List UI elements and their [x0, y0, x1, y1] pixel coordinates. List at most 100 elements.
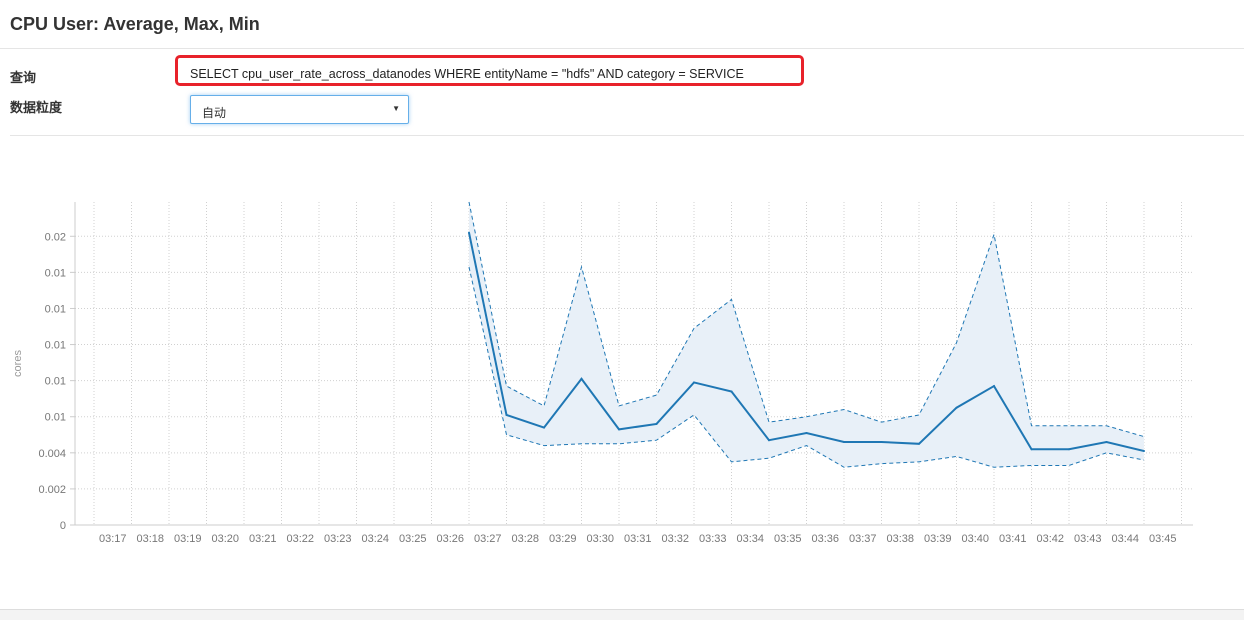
data-point: [655, 422, 658, 425]
data-point: [693, 327, 695, 329]
granularity-select-value: 自动: [202, 106, 227, 120]
data-point: [618, 428, 620, 431]
x-tick-label: 03:40: [961, 533, 989, 545]
data-point: [918, 442, 920, 445]
x-tick-label: 03:27: [474, 533, 502, 545]
y-tick-label: 0.01: [45, 303, 66, 315]
x-tick-label: 03:17: [99, 533, 127, 545]
x-tick-label: 03:41: [999, 533, 1027, 545]
y-tick-label: 0.004: [38, 448, 66, 460]
x-tick-label: 03:19: [174, 533, 202, 545]
data-point: [843, 466, 845, 468]
data-point: [955, 406, 958, 409]
y-tick-label: 0: [60, 520, 66, 532]
data-point: [843, 409, 845, 411]
chevron-down-icon: ▼: [392, 104, 400, 113]
x-tick-label: 03:28: [511, 533, 539, 545]
y-axis-label: cores: [12, 350, 24, 377]
y-tick-label: 0.01: [45, 267, 66, 279]
data-point: [656, 394, 658, 396]
x-tick-label: 03:25: [399, 533, 427, 545]
x-tick-label: 03:36: [811, 533, 839, 545]
x-tick-label: 03:43: [1074, 533, 1102, 545]
data-point: [731, 298, 733, 300]
page-header: CPU User: Average, Max, Min: [0, 0, 1244, 49]
data-point: [581, 443, 583, 445]
y-tick-label: 0.01: [45, 340, 66, 352]
data-point: [468, 231, 470, 234]
data-point: [806, 445, 808, 447]
data-point: [1105, 440, 1108, 443]
y-tick-label: 0.01: [45, 376, 66, 388]
x-tick-label: 03:32: [661, 533, 689, 545]
query-label: 查询: [10, 70, 37, 85]
data-point: [1068, 448, 1070, 451]
data-point: [806, 416, 808, 418]
data-point: [918, 461, 920, 463]
data-point: [618, 443, 620, 445]
data-point: [1068, 425, 1070, 427]
x-tick-label: 03:31: [624, 533, 652, 545]
x-tick-label: 03:30: [586, 533, 614, 545]
x-tick-label: 03:18: [136, 533, 164, 545]
data-point: [881, 463, 883, 465]
x-tick-label: 03:26: [436, 533, 464, 545]
data-point: [506, 385, 508, 387]
y-tick-label: 0.002: [38, 484, 66, 496]
data-point: [505, 413, 508, 416]
data-point: [1106, 452, 1108, 454]
data-point: [618, 405, 620, 407]
granularity-select[interactable]: 自动 ▼: [190, 95, 409, 124]
data-point: [543, 445, 545, 447]
form-divider: [10, 135, 1244, 136]
data-point: [656, 439, 658, 441]
x-tick-label: 03:44: [1111, 533, 1139, 545]
x-tick-label: 03:38: [886, 533, 914, 545]
data-point: [1031, 464, 1033, 466]
x-tick-label: 03:45: [1149, 533, 1177, 545]
granularity-label: 数据粒度: [10, 100, 63, 115]
data-point: [881, 421, 883, 423]
data-point: [543, 426, 545, 429]
page-title: CPU User: Average, Max, Min: [10, 14, 260, 34]
data-point: [843, 440, 845, 443]
data-point: [468, 266, 470, 268]
data-point: [1106, 425, 1108, 427]
data-point: [880, 440, 883, 443]
x-tick-label: 03:37: [849, 533, 877, 545]
data-point: [993, 233, 995, 235]
data-point: [1143, 436, 1145, 438]
data-point: [956, 342, 958, 344]
data-point: [993, 385, 995, 388]
query-input[interactable]: SELECT cpu_user_rate_across_datanodes WH…: [190, 67, 744, 81]
footer-bar: [0, 609, 1244, 620]
x-tick-label: 03:20: [211, 533, 239, 545]
data-point: [580, 377, 583, 380]
x-tick-label: 03:35: [774, 533, 802, 545]
x-tick-label: 03:29: [549, 533, 577, 545]
data-point: [506, 434, 508, 436]
data-point: [693, 381, 695, 384]
data-point: [693, 414, 695, 416]
data-point: [1068, 464, 1070, 466]
cpu-chart: 0 0.002 0.004 0.01 0.01 0.01 0.01 0.01 0.02 03:17…: [12, 201, 1193, 545]
x-tick-label: 03:24: [361, 533, 389, 545]
data-point: [468, 201, 470, 203]
x-tick-label: 03:21: [249, 533, 277, 545]
data-point: [768, 439, 770, 442]
x-tick-label: 03:22: [286, 533, 314, 545]
data-point: [768, 457, 770, 459]
data-point: [730, 390, 733, 393]
data-point: [1143, 459, 1145, 461]
data-point: [1030, 448, 1033, 451]
x-tick-label: 03:23: [324, 533, 352, 545]
y-tick-label: 0.01: [45, 412, 66, 424]
y-tick-label: 0.02: [45, 231, 66, 243]
data-point: [1143, 450, 1145, 453]
data-point: [731, 461, 733, 463]
x-tick-label: 03:42: [1036, 533, 1064, 545]
x-tick-label: 03:34: [736, 533, 764, 545]
data-point: [805, 431, 808, 434]
data-point: [768, 421, 770, 423]
x-tick-label: 03:39: [924, 533, 952, 545]
